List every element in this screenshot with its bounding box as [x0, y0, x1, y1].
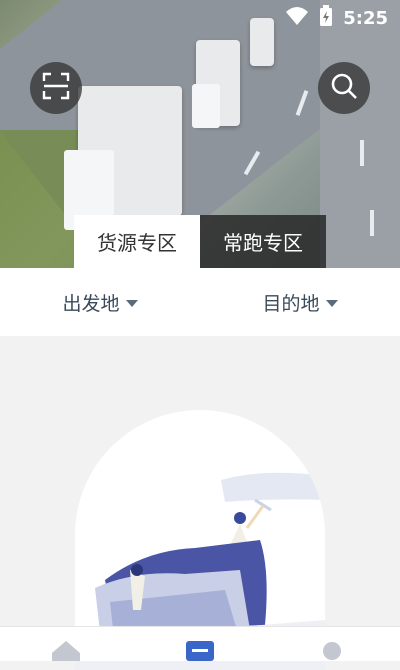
status-time: 5:25 [343, 7, 388, 29]
caret-down-icon [125, 299, 138, 307]
zone-tabs: 货源专区 常跑专区 [74, 215, 326, 268]
truck-image [64, 86, 182, 230]
destination-filter-label: 目的地 [262, 292, 320, 315]
search-button[interactable] [318, 62, 370, 114]
tab-label: 常跑专区 [223, 231, 303, 255]
origin-filter[interactable]: 出发地 [0, 268, 200, 336]
search-icon [330, 72, 358, 104]
tab-label: 货源专区 [97, 231, 177, 255]
truck-image [192, 40, 240, 128]
origin-filter-label: 出发地 [62, 292, 120, 315]
scan-icon [42, 72, 70, 104]
lane-mark [360, 140, 364, 166]
caret-down-icon [325, 299, 338, 307]
lane-mark [370, 210, 374, 236]
list-icon[interactable] [186, 641, 214, 665]
tab-cargo-zone[interactable]: 货源专区 [74, 215, 200, 268]
filter-bar: 出发地 目的地 [0, 268, 400, 336]
bottom-navigation [0, 626, 400, 661]
tab-frequent-routes[interactable]: 常跑专区 [200, 215, 326, 268]
battery-charging-icon [319, 4, 333, 32]
home-icon[interactable] [52, 641, 80, 665]
profile-icon[interactable] [322, 641, 342, 665]
hero-banner: 5:25 货源专区 常跑专区 [0, 0, 400, 268]
highway-road-right [320, 0, 400, 268]
destination-filter[interactable]: 目的地 [200, 268, 400, 336]
scan-button[interactable] [30, 62, 82, 114]
status-bar: 5:25 [240, 0, 400, 36]
wifi-icon [285, 6, 309, 31]
